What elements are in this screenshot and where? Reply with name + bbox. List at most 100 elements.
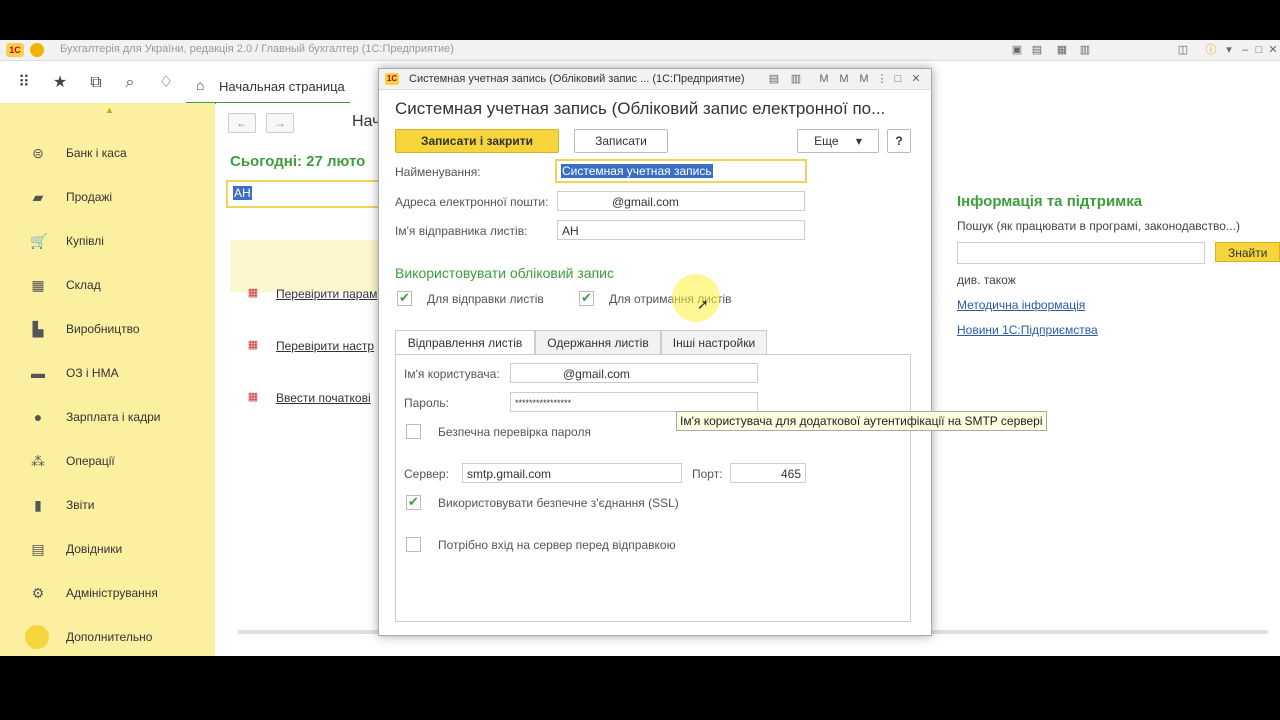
- sidebar-item-references[interactable]: ▤ Довідники: [0, 528, 215, 572]
- save-icon[interactable]: ▤: [767, 72, 781, 86]
- name-field[interactable]: Системная учетная запись: [555, 159, 807, 183]
- tab-home[interactable]: ⌂ Начальная страница: [186, 69, 350, 104]
- ssl-label: Використовувати безпечне з'єднання (SSL): [438, 496, 679, 510]
- username-label: Ім'я користувача:: [404, 367, 500, 381]
- server-field[interactable]: smtp.gmail.com: [462, 463, 682, 483]
- email-field[interactable]: @gmail.com: [557, 191, 805, 211]
- sidebar-item-purchases[interactable]: 🛒 Купівлі: [0, 220, 215, 264]
- task-link[interactable]: Перевірити парам: [276, 287, 377, 301]
- circle-icon: [25, 625, 49, 649]
- task-icon: ▦: [247, 339, 259, 351]
- main-menu-icon[interactable]: [30, 43, 44, 57]
- receive-checkbox[interactable]: ✔: [579, 291, 594, 306]
- sidebar-item-salary[interactable]: ● Зарплата і кадри: [0, 396, 215, 440]
- calendar-icon[interactable]: ▥: [789, 72, 803, 86]
- dialog-window-title: Системная учетная запись (Обліковий запи…: [409, 73, 745, 85]
- save-and-close-button[interactable]: Записати і закрити: [395, 129, 559, 153]
- forward-button[interactable]: →: [266, 113, 294, 133]
- help-button[interactable]: ?: [887, 129, 911, 153]
- save-button[interactable]: Записати: [574, 129, 668, 153]
- bar-chart-icon: ▮: [34, 497, 42, 513]
- sidebar-item-label: Зарплата і кадри: [66, 410, 161, 424]
- chevron-down-icon: ▾: [855, 134, 862, 148]
- port-field[interactable]: 465: [730, 463, 806, 483]
- apps-grid-icon[interactable]: ⠿: [14, 73, 34, 93]
- save-icon[interactable]: ▤: [1030, 43, 1044, 57]
- today-heading: Сьогодні: 27 люто: [230, 153, 366, 170]
- truck-icon: ▬: [31, 365, 45, 381]
- sidebar-item-warehouse[interactable]: ▦ Склад: [0, 264, 215, 308]
- task-link[interactable]: Ввести початкові: [276, 391, 371, 405]
- login-before-send-checkbox[interactable]: [406, 537, 421, 552]
- bank-icon: ⊜: [32, 145, 44, 161]
- bell-icon[interactable]: ♢: [156, 73, 176, 93]
- menu-arrow-icon[interactable]: ▾: [1222, 43, 1236, 57]
- more-button[interactable]: Еще ▾: [797, 129, 879, 153]
- memory-minus-icon[interactable]: M: [837, 72, 851, 86]
- sidebar-item-production[interactable]: ▙ Виробництво: [0, 308, 215, 352]
- memory-plus-icon[interactable]: M: [857, 72, 871, 86]
- username-field[interactable]: @gmail.com: [510, 363, 758, 383]
- see-also-label: див. також: [957, 273, 1016, 287]
- memory-m-icon[interactable]: M: [817, 72, 831, 86]
- sidebar-item-bank[interactable]: ⊜ Банк і каса: [0, 132, 215, 176]
- scroll-up-icon[interactable]: ▲: [105, 105, 114, 115]
- maximize-icon[interactable]: □: [1252, 43, 1266, 57]
- task-row-highlight: [230, 240, 380, 292]
- secure-password-checkbox[interactable]: [406, 424, 421, 439]
- history-icon[interactable]: ⧉: [86, 73, 106, 93]
- sidebar-item-label: ОЗ і НМА: [66, 366, 119, 380]
- star-icon[interactable]: ★: [50, 73, 70, 93]
- window-title: Бухгалтерія для України, редакція 2.0 / …: [60, 43, 454, 55]
- ssl-checkbox[interactable]: ✔: [406, 495, 421, 510]
- sidebar-item-reports[interactable]: ▮ Звіти: [0, 484, 215, 528]
- layout-icon[interactable]: ◫: [1176, 43, 1190, 57]
- print-icon[interactable]: ▣: [1010, 43, 1024, 57]
- back-button[interactable]: ←: [228, 113, 256, 133]
- todo-filter-input[interactable]: АН: [226, 180, 380, 208]
- sidebar-item-label: Операції: [66, 454, 115, 468]
- tab-sending[interactable]: Відправлення листів: [395, 330, 535, 356]
- server-label: Сервер:: [404, 467, 449, 481]
- tab-receiving[interactable]: Одержання листів: [535, 330, 661, 356]
- password-field[interactable]: ****************: [510, 392, 758, 412]
- todo-filter-value: АН: [233, 186, 252, 200]
- calendar-icon[interactable]: ▥: [1078, 43, 1092, 57]
- maximize-icon[interactable]: □: [891, 72, 905, 86]
- calculator-icon[interactable]: ▦: [1055, 43, 1069, 57]
- sidebar-item-admin[interactable]: ⚙ Адміністрування: [0, 572, 215, 616]
- close-icon[interactable]: ✕: [1266, 43, 1280, 57]
- minimize-icon[interactable]: –: [1238, 43, 1252, 57]
- email-account-dialog: 1С Системная учетная запись (Обліковий з…: [378, 68, 932, 636]
- sidebar-item-assets[interactable]: ▬ ОЗ і НМА: [0, 352, 215, 396]
- sidebar-item-operations[interactable]: ⁂ Операції: [0, 440, 215, 484]
- search-icon[interactable]: ⌕: [120, 73, 140, 93]
- close-icon[interactable]: ✕: [909, 72, 923, 86]
- more-icon[interactable]: ⋮: [875, 72, 889, 86]
- sidebar-item-label: Довідники: [66, 542, 123, 556]
- sidebar-item-label: Склад: [66, 278, 101, 292]
- info-icon[interactable]: ⓘ: [1204, 43, 1218, 57]
- sender-name-label: Ім'я відправника листів:: [395, 224, 528, 238]
- sidebar-item-label: Адміністрування: [66, 586, 158, 600]
- sidebar-item-sales[interactable]: ▰ Продажі: [0, 176, 215, 220]
- send-checkbox-label: Для відправки листів: [427, 292, 544, 306]
- dialog-title-bar: 1С Системная учетная запись (Обліковий з…: [379, 69, 931, 90]
- home-icon: ⌂: [196, 77, 205, 93]
- info-search-input[interactable]: [957, 242, 1205, 264]
- sender-name-field[interactable]: АН: [557, 220, 805, 240]
- operations-icon: ⁂: [31, 453, 45, 469]
- warehouse-icon: ▦: [31, 277, 45, 293]
- methodical-info-link[interactable]: Методична інформація: [957, 298, 1085, 312]
- dialog-app-logo: 1С: [385, 73, 399, 85]
- task-link[interactable]: Перевірити настр: [276, 339, 374, 353]
- task-icon: ▦: [247, 287, 259, 299]
- tab-other-settings[interactable]: Інші настройки: [661, 330, 767, 356]
- books-icon: ▤: [31, 541, 45, 557]
- bag-icon: ▰: [32, 189, 44, 205]
- send-checkbox[interactable]: ✔: [397, 291, 412, 306]
- sidebar-item-label: Купівлі: [66, 234, 104, 248]
- news-link[interactable]: Новини 1С:Підприємства: [957, 323, 1098, 337]
- sidebar-item-additional[interactable]: Дополнительно: [0, 616, 215, 656]
- find-button[interactable]: Знайти: [1215, 242, 1280, 262]
